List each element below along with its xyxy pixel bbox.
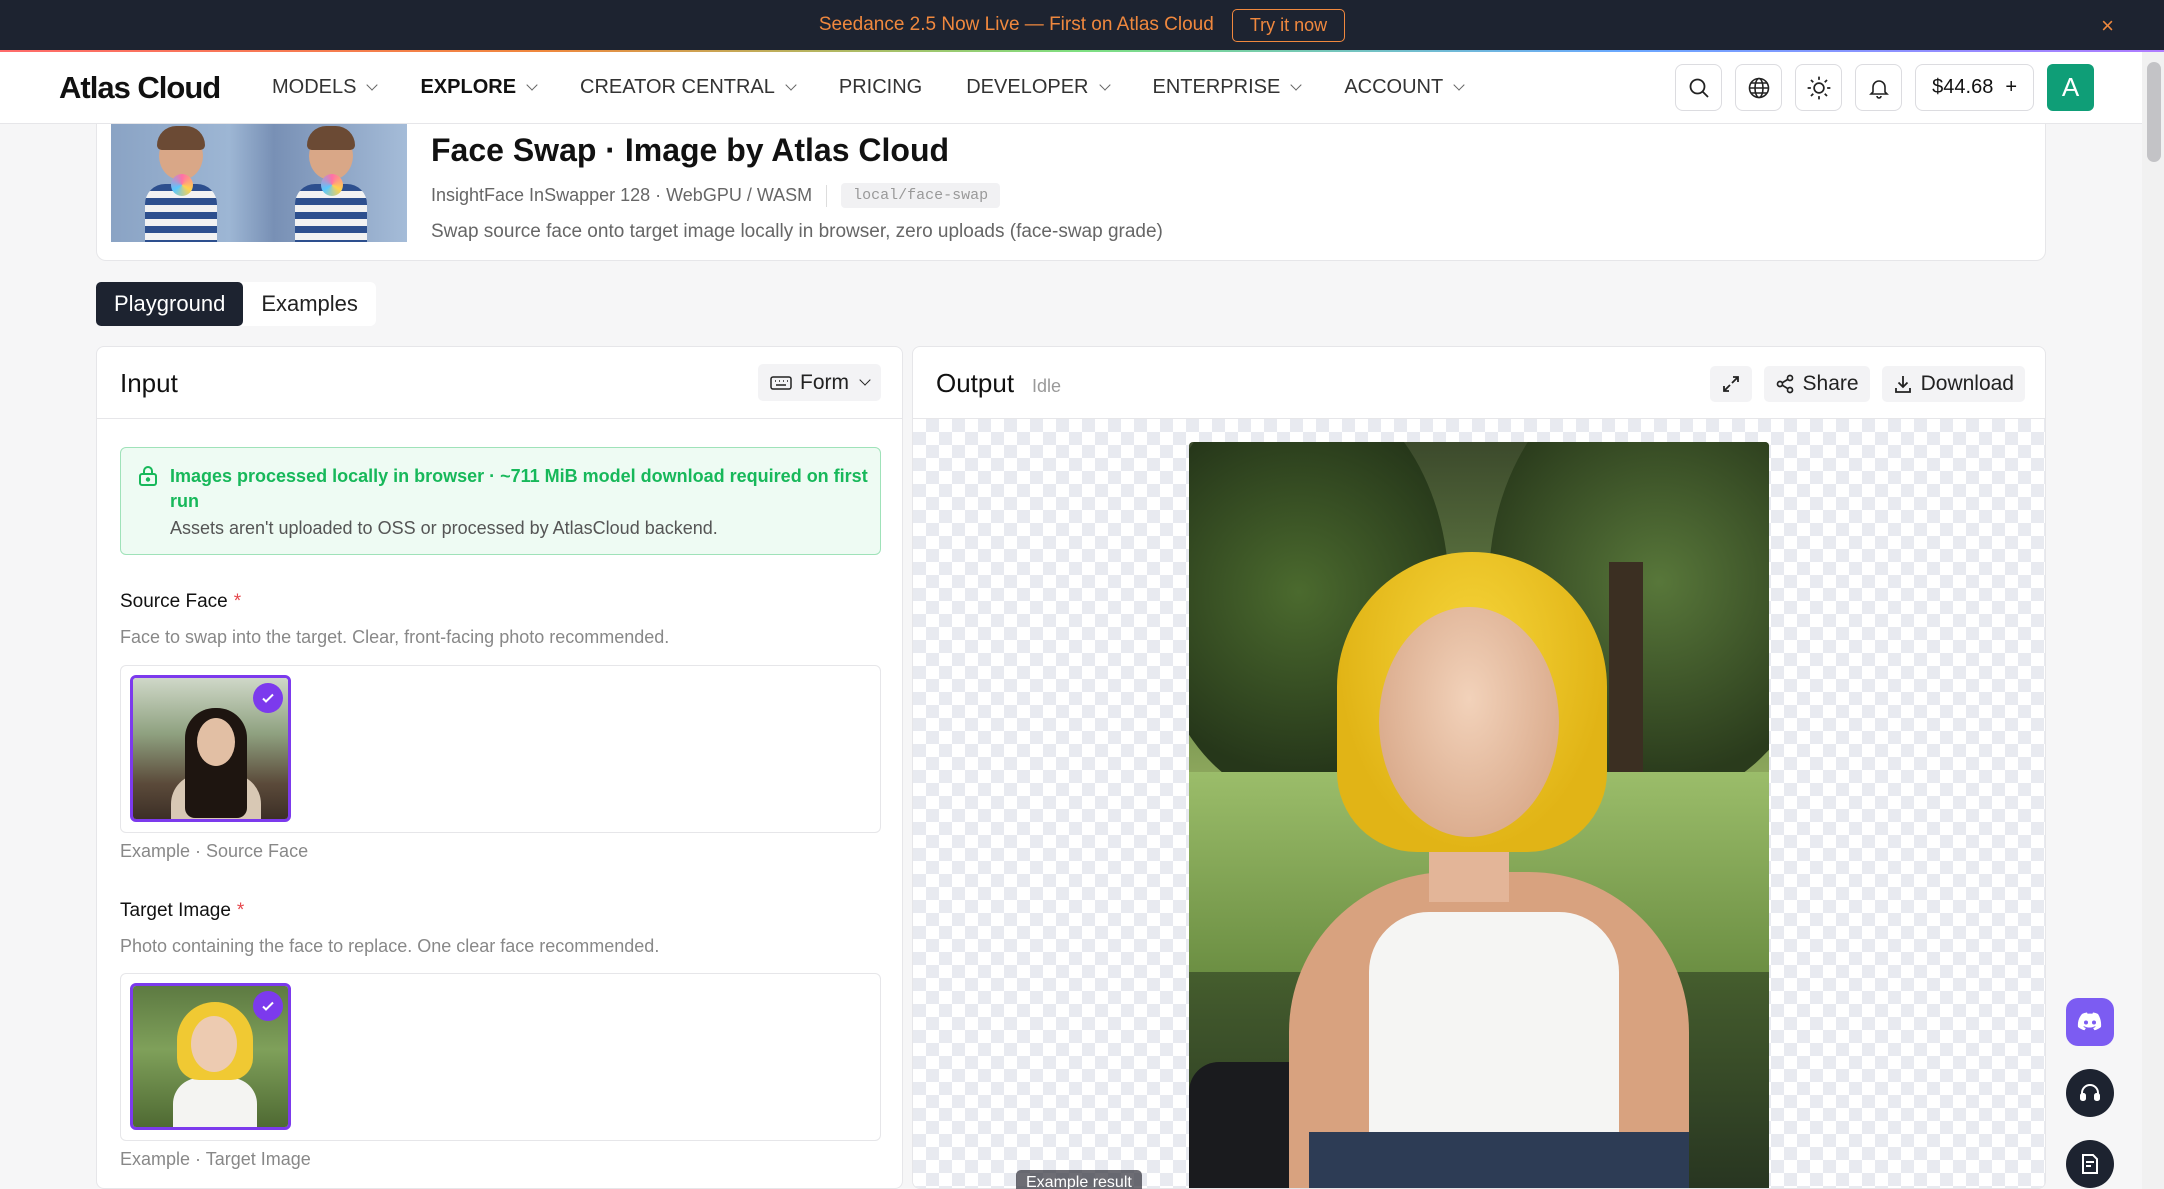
divider [826, 184, 828, 207]
bell-icon [1868, 79, 1889, 99]
chevron-down-icon [785, 79, 797, 91]
source-face-dropzone[interactable] [120, 665, 881, 833]
scrollbar[interactable] [2142, 52, 2164, 1189]
target-image-help: Photo containing the face to replace. On… [120, 936, 660, 956]
model-meta: InsightFace InSwapper 128 · WebGPU / WAS… [431, 185, 813, 205]
target-image-thumbnail[interactable] [130, 983, 291, 1130]
tab-examples[interactable]: Examples [243, 282, 376, 326]
announcement-bar: Seedance 2.5 Now Live — First on Atlas C… [0, 0, 2164, 50]
try-it-now-button[interactable]: Try it now [1231, 8, 1346, 42]
target-image-dropzone[interactable] [120, 973, 881, 1141]
share-button[interactable]: Share [1763, 366, 1870, 402]
menu-developer[interactable]: DEVELOPER [966, 76, 1111, 99]
output-title: Output [936, 368, 1015, 398]
input-title: Input [120, 368, 178, 398]
discord-button[interactable] [2066, 998, 2114, 1046]
example-result-badge: Example result [1016, 1170, 1142, 1189]
menu-pricing[interactable]: PRICING [839, 76, 922, 99]
thumbnail-figure-right [291, 124, 371, 242]
input-panel: Input Form Images processed locally in b… [96, 346, 903, 1189]
download-icon [1894, 376, 1911, 393]
model-meta-row: InsightFace InSwapper 128 · WebGPU / WAS… [431, 183, 1001, 208]
nav-actions: $44.68 + A [1662, 64, 2094, 111]
chevron-down-icon [1290, 79, 1302, 91]
menu-creator-central[interactable]: CREATOR CENTRAL [580, 76, 797, 99]
chevron-down-icon [859, 374, 871, 386]
output-header: Output Idle Share Download [913, 347, 2045, 419]
source-face-help: Face to swap into the target. Clear, fro… [120, 627, 670, 647]
expand-icon [1722, 376, 1739, 392]
announcement-message[interactable]: Seedance 2.5 Now Live — First on Atlas C… [819, 14, 1214, 36]
balance-amount: $44.68 [1932, 76, 1994, 98]
output-canvas [913, 419, 2045, 1188]
notice-body: Assets aren't uploaded to OSS or process… [170, 518, 718, 538]
model-title: Face Swap · Image by Atlas Cloud [431, 132, 950, 168]
menu-enterprise[interactable]: ENTERPRISE [1153, 76, 1302, 99]
local-processing-notice: Images processed locally in browser · ~7… [120, 447, 881, 555]
headset-icon [2080, 1084, 2100, 1101]
share-label: Share [1802, 372, 1859, 395]
download-button[interactable]: Download [1881, 366, 2025, 402]
source-face-caption: Example · Source Face [120, 841, 309, 861]
thumbnail-figure-left [141, 124, 221, 242]
support-button[interactable] [2066, 1069, 2114, 1117]
required-marker: * [233, 591, 242, 612]
globe-icon [1748, 77, 1769, 98]
top-navigation: Atlas Cloud MODELS EXPLORE CREATOR CENTR… [0, 52, 2142, 124]
target-image-label: Target Image * [120, 900, 245, 921]
form-mode-dropdown[interactable]: Form [758, 364, 881, 401]
keyboard-icon [770, 375, 792, 390]
fullscreen-button[interactable] [1709, 366, 1752, 402]
chevron-down-icon [1098, 79, 1111, 91]
target-image-caption: Example · Target Image [120, 1149, 311, 1169]
model-slug[interactable]: local/face-swap [841, 183, 1001, 208]
model-description: Swap source face onto target image local… [431, 221, 1163, 242]
required-marker: * [236, 900, 245, 921]
menu-account[interactable]: ACCOUNT [1344, 76, 1465, 99]
output-result-image[interactable] [1189, 442, 1769, 1188]
discord-icon [2077, 1012, 2102, 1031]
logo[interactable]: Atlas Cloud [59, 70, 221, 106]
share-icon [1776, 374, 1793, 394]
main-menu: MODELS EXPLORE CREATOR CENTRAL PRICING D… [272, 76, 1507, 99]
close-icon[interactable]: × [2101, 13, 2114, 39]
output-actions: Share Download [1698, 366, 2025, 402]
menu-explore[interactable]: EXPLORE [420, 76, 538, 99]
search-icon [1689, 78, 1709, 98]
menu-models[interactable]: MODELS [272, 76, 379, 99]
notice-title: Images processed locally in browser · ~7… [170, 466, 868, 511]
output-status: Idle [1032, 376, 1062, 396]
model-header-card: Face Swap · Image by Atlas Cloud Insight… [96, 124, 2046, 261]
output-panel: Output Idle Share Download [912, 346, 2046, 1189]
tab-bar: Playground Examples [96, 282, 376, 326]
download-label: Download [1920, 372, 2014, 395]
chevron-down-icon [366, 79, 379, 91]
check-icon [253, 991, 283, 1021]
chevron-down-icon [1453, 79, 1465, 91]
balance-button[interactable]: $44.68 + [1915, 64, 2034, 111]
search-button[interactable] [1675, 64, 1723, 111]
scrollbar-thumb[interactable] [2147, 62, 2161, 162]
input-header: Input Form [97, 347, 902, 419]
chevron-down-icon [526, 79, 538, 91]
form-mode-label: Form [800, 370, 849, 394]
model-thumbnail [111, 124, 407, 242]
sun-icon [1807, 76, 1831, 99]
feedback-button[interactable] [2066, 1140, 2114, 1188]
lock-icon [139, 466, 157, 486]
check-icon [253, 683, 283, 713]
plus-icon: + [2005, 76, 2017, 98]
source-face-thumbnail[interactable] [130, 675, 291, 822]
language-button[interactable] [1735, 64, 1783, 111]
theme-toggle-button[interactable] [1795, 64, 1843, 111]
notifications-button[interactable] [1855, 64, 1903, 111]
source-face-label: Source Face * [120, 591, 242, 612]
avatar[interactable]: A [2047, 64, 2094, 111]
edit-note-icon [2082, 1154, 2098, 1174]
tab-playground[interactable]: Playground [96, 282, 244, 326]
